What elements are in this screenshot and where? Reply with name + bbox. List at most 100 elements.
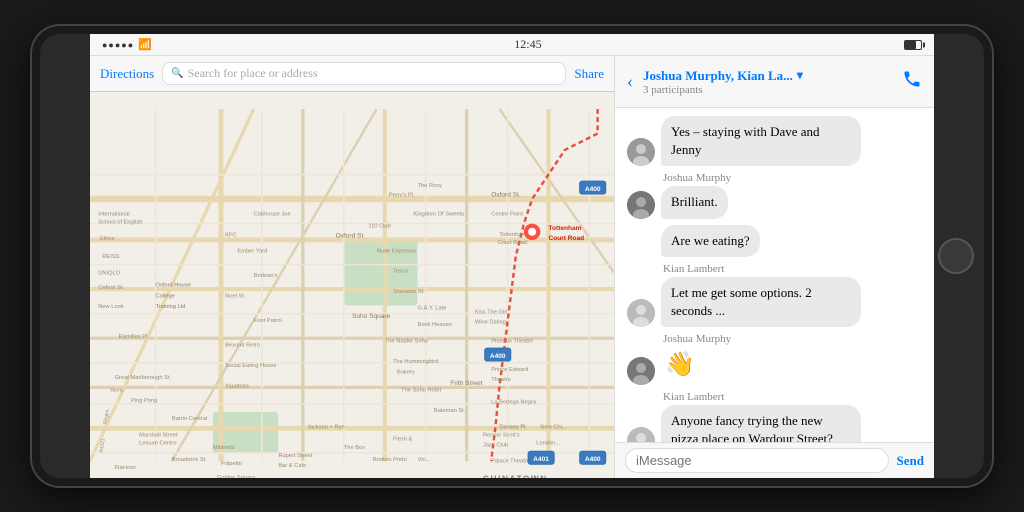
map-view[interactable]: Oxford St. Oxford St. Oxford House Colle… xyxy=(90,92,614,478)
status-left: ●●●●● 📶 xyxy=(102,38,152,51)
msg-bubble-4: Let me get some options. 2 seconds ... xyxy=(661,277,861,327)
msg-bubble-5: 👋 xyxy=(661,347,699,385)
tablet-device: ●●●●● 📶 12:45 Directions 🔍 Search for pl… xyxy=(32,26,992,486)
svg-text:Phoenix Theatre: Phoenix Theatre xyxy=(491,338,533,344)
svg-text:The Roxy: The Roxy xyxy=(418,183,443,189)
map-search-bar[interactable]: 🔍 Search for place or address xyxy=(162,62,566,85)
sender-name-2: Joshua Murphy xyxy=(663,172,922,184)
svg-text:Vic...: Vic... xyxy=(418,457,431,463)
message-4: Kian Lambert Let me get some option xyxy=(627,263,922,327)
svg-text:Jackson + Rye: Jackson + Rye xyxy=(307,424,345,430)
svg-text:A400: A400 xyxy=(585,186,601,193)
svg-text:The Box: The Box xyxy=(344,445,365,451)
svg-text:UNIQLО: UNIQLО xyxy=(98,270,120,276)
message-5: Joshua Murphy 👋 xyxy=(627,333,922,385)
svg-text:Mildreds: Mildreds xyxy=(213,445,235,451)
svg-text:Social Eating House: Social Eating House xyxy=(225,363,277,369)
chat-participants-count: 3 participants xyxy=(643,84,894,96)
msg-row-1: Yes – staying with Dave and Jenny xyxy=(627,116,922,166)
message-1: Yes – staying with Dave and Jenny xyxy=(627,116,922,166)
message-input[interactable] xyxy=(625,448,889,473)
svg-text:Frith Street: Frith Street xyxy=(450,380,483,387)
svg-text:Oxford St.: Oxford St. xyxy=(491,192,521,199)
dropdown-icon[interactable]: ▾ xyxy=(797,68,803,83)
map-toolbar: Directions 🔍 Search for place or address… xyxy=(90,56,614,92)
msg-row-6: Anyone fancy trying the new pizza place … xyxy=(627,405,922,442)
sender-name-6: Kian Lambert xyxy=(663,391,922,403)
svg-text:Polpetto: Polpetto xyxy=(221,461,242,467)
svg-text:The Nadler Soho: The Nadler Soho xyxy=(385,338,428,344)
svg-text:Oxford St.: Oxford St. xyxy=(336,233,366,240)
search-icon: 🔍 xyxy=(171,68,183,79)
chat-messages: Yes – staying with Dave and Jenny Joshua… xyxy=(615,108,934,442)
send-button[interactable]: Send xyxy=(897,453,924,469)
tablet-screen: ●●●●● 📶 12:45 Directions 🔍 Search for pl… xyxy=(90,34,934,478)
chat-input-bar: Send xyxy=(615,442,934,478)
message-2: Joshua Murphy Brilliant. xyxy=(627,172,922,218)
svg-text:Jazz Club: Jazz Club xyxy=(483,442,508,448)
avatar-5 xyxy=(627,357,655,385)
svg-text:Ping Pong: Ping Pong xyxy=(131,398,157,404)
chat-participants-name: Joshua Murphy, Kian La... xyxy=(643,68,793,84)
msg-bubble-6: Anyone fancy trying the new pizza place … xyxy=(661,405,861,442)
map-svg: Oxford St. Oxford St. Oxford House Colle… xyxy=(90,92,614,478)
home-button[interactable] xyxy=(938,238,974,274)
svg-text:Court Road: Court Road xyxy=(549,235,585,242)
msg-row-4: Let me get some options. 2 seconds ... xyxy=(627,277,922,327)
status-right xyxy=(904,40,922,50)
directions-button[interactable]: Directions xyxy=(100,66,154,82)
back-button[interactable]: ‹ xyxy=(627,71,633,92)
svg-text:Great Marlborough St.: Great Marlborough St. xyxy=(115,375,172,381)
svg-text:Palace Theatre: Palace Theatre xyxy=(491,459,530,465)
user-avatar-img-6 xyxy=(627,427,655,442)
svg-text:CHINATOWN: CHINATOWN xyxy=(483,475,548,479)
user-avatar-img-4 xyxy=(627,299,655,327)
svg-text:Bar & Cafe: Bar & Cafe xyxy=(278,463,306,469)
svg-text:International: International xyxy=(98,211,129,217)
svg-text:Nude Espresso: Nude Espresso xyxy=(377,248,416,254)
svg-text:Bateman St.: Bateman St. xyxy=(434,408,466,414)
user-avatar-img-5 xyxy=(627,357,655,385)
svg-text:Centre Point: Centre Point xyxy=(491,211,523,217)
svg-text:Book Heaven: Book Heaven xyxy=(418,322,452,328)
svg-text:Broadwick St.: Broadwick St. xyxy=(172,457,207,463)
call-button[interactable] xyxy=(902,69,922,94)
user-avatar-img xyxy=(627,138,655,166)
svg-text:REISS: REISS xyxy=(102,254,119,260)
svg-text:Marshall Street: Marshall Street xyxy=(139,432,178,438)
svg-text:La Bodega Negra: La Bodega Negra xyxy=(491,400,537,406)
wifi-icon: 📶 xyxy=(138,38,152,51)
svg-text:The Hummingbird: The Hummingbird xyxy=(393,359,438,365)
svg-text:New Look: New Look xyxy=(98,304,124,310)
svg-text:New Chi...: New Chi... xyxy=(540,424,567,430)
chat-panel: ‹ Joshua Murphy, Kian La... ▾ 3 particip… xyxy=(614,56,934,478)
svg-text:A400: A400 xyxy=(490,353,506,360)
svg-text:A401: A401 xyxy=(533,456,549,463)
message-6: Kian Lambert Anyone fancy trying th xyxy=(627,391,922,442)
svg-text:Rodizio Preto: Rodizio Preto xyxy=(372,457,406,463)
share-button[interactable]: Share xyxy=(574,66,604,82)
svg-text:Dansey Pl.: Dansey Pl. xyxy=(499,424,527,430)
svg-text:KFC: KFC xyxy=(225,233,236,239)
svg-text:College: College xyxy=(156,293,175,299)
svg-text:Kiss The Girl: Kiss The Girl xyxy=(475,310,508,316)
phone-icon xyxy=(902,69,922,89)
content-area: Directions 🔍 Search for place or address… xyxy=(90,56,934,478)
avatar-4 xyxy=(627,299,655,327)
svg-text:Perry's Pl.: Perry's Pl. xyxy=(389,193,415,199)
msg-row-3: Are we eating? xyxy=(627,225,922,257)
svg-text:Golden Square: Golden Square xyxy=(217,475,255,478)
svg-text:Ethos: Ethos xyxy=(100,236,115,242)
svg-text:Flesh &: Flesh & xyxy=(393,437,413,443)
svg-text:Oxford House: Oxford House xyxy=(156,283,191,289)
svg-text:Soho Square: Soho Square xyxy=(352,313,391,320)
msg-bubble-3: Are we eating? xyxy=(661,225,760,257)
svg-text:Training Ltd: Training Ltd xyxy=(156,304,186,310)
svg-text:Tottenham: Tottenham xyxy=(549,225,582,232)
battery-fill xyxy=(905,41,916,49)
svg-text:Foot Patrol: Foot Patrol xyxy=(254,318,282,324)
avatar-2 xyxy=(627,191,655,219)
svg-text:London...: London... xyxy=(536,441,560,447)
signal-indicator: ●●●●● xyxy=(102,40,134,50)
avatar-1 xyxy=(627,138,655,166)
